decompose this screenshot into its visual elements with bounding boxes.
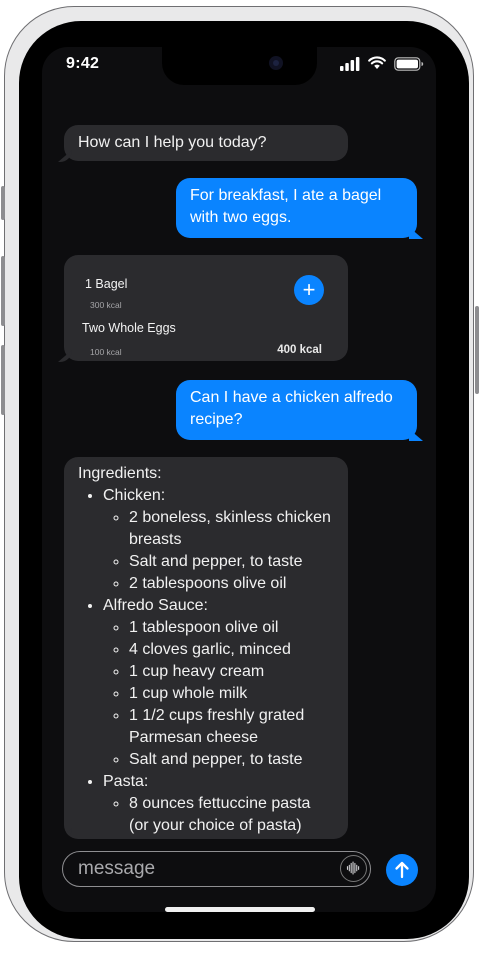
- ingredient-item: 4 cloves garlic, minced: [129, 639, 334, 661]
- section-title: Alfredo Sauce:: [103, 597, 208, 614]
- section-title: Pasta:: [103, 773, 149, 790]
- ingredient-item: 2 boneless, skinless chicken breasts: [129, 507, 334, 551]
- wifi-icon: [368, 56, 386, 69]
- ingredient-item: Salt and pepper, to taste: [129, 551, 334, 573]
- ingredient-item: 1 cup heavy cream: [129, 661, 334, 683]
- section-alfredo-sauce: Alfredo Sauce: 1 tablespoon olive oil 4 …: [103, 595, 334, 771]
- arrow-up-icon: [395, 861, 409, 879]
- nutrition-card: 1 Bagel 300 kcal Two Whole Eggs 100 kcal…: [64, 255, 348, 361]
- food-item-eggs: Two Whole Eggs: [82, 321, 176, 335]
- waveform-icon: [346, 861, 360, 875]
- message-input[interactable]: [76, 856, 330, 882]
- food-item-bagel: 1 Bagel: [85, 277, 128, 291]
- breakfast-text: For breakfast, I ate a bagel with two eg…: [190, 187, 382, 226]
- silent-switch: [1, 186, 5, 220]
- volume-up-button: [1, 256, 5, 326]
- greeting-text: How can I help you today?: [78, 134, 267, 151]
- home-indicator[interactable]: [165, 907, 315, 912]
- front-camera-icon: [269, 56, 283, 70]
- recipe-request-text: Can I have a chicken alfredo recipe?: [190, 389, 393, 428]
- power-button: [475, 306, 479, 394]
- ingredient-item: 2 tablespoons olive oil: [129, 573, 334, 595]
- food-item-eggs-kcal: 100 kcal: [90, 347, 122, 357]
- user-recipe-bubble: Can I have a chicken alfredo recipe?: [176, 380, 417, 440]
- send-button[interactable]: [386, 854, 418, 886]
- voice-input-button[interactable]: [340, 855, 367, 882]
- add-food-button[interactable]: +: [294, 275, 324, 305]
- ingredient-item: 1 tablespoon olive oil: [129, 617, 334, 639]
- recipe-response-bubble: Ingredients: Chicken: 2 boneless, skinle…: [64, 457, 348, 839]
- battery-icon: [394, 57, 424, 71]
- section-pasta: Pasta: 8 ounces fettuccine pasta (or you…: [103, 771, 334, 837]
- message-input-container: [62, 851, 371, 887]
- section-title: Chicken:: [103, 487, 166, 504]
- user-breakfast-bubble: For breakfast, I ate a bagel with two eg…: [176, 178, 417, 238]
- assistant-greeting-bubble: How can I help you today?: [64, 125, 348, 161]
- plus-icon: +: [302, 277, 316, 302]
- status-time: 9:42: [66, 55, 100, 72]
- ingredient-item: 8 ounces fettuccine pasta (or your choic…: [129, 793, 334, 837]
- ingredient-item: Salt and pepper, to taste: [129, 749, 334, 771]
- status-bar: 9:42: [42, 47, 436, 87]
- section-chicken: Chicken: 2 boneless, skinless chicken br…: [103, 485, 334, 595]
- ingredient-item: 1 cup whole milk: [129, 683, 334, 705]
- food-item-bagel-kcal: 300 kcal: [90, 300, 122, 310]
- ingredient-sections: Chicken: 2 boneless, skinless chicken br…: [78, 485, 334, 837]
- phone-screen: 9:42 How can I help you today? For break…: [42, 47, 436, 912]
- ingredient-item: 1 1/2 cups freshly grated Parmesan chees…: [129, 705, 334, 749]
- cellular-signal-icon: [340, 57, 360, 71]
- ingredients-heading: Ingredients:: [78, 465, 162, 482]
- dynamic-island: [162, 47, 317, 85]
- total-kcal: 400 kcal: [277, 344, 322, 356]
- volume-down-button: [1, 345, 5, 415]
